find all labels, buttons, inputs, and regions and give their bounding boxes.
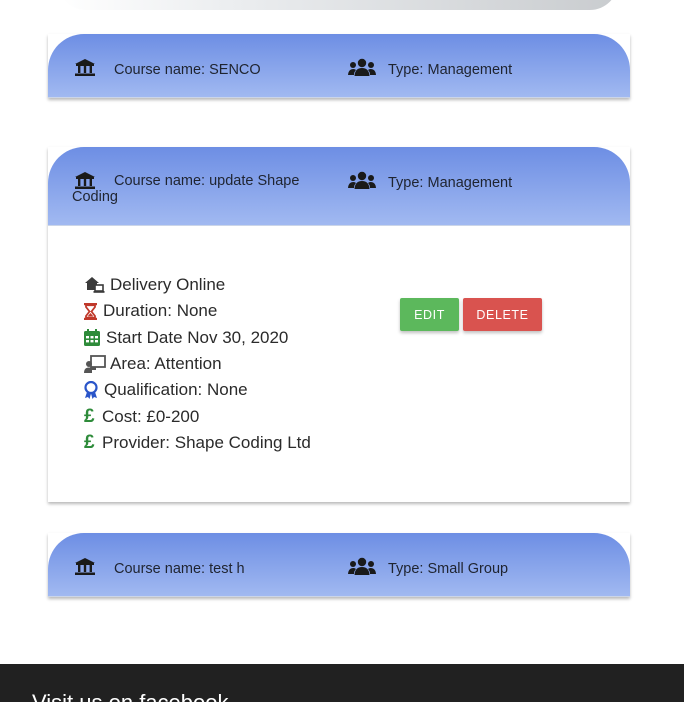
course-card-header[interactable]: Course name: SENCO Type: Management (48, 34, 630, 98)
course-details-panel: Delivery Online Duration: None Start Dat… (48, 226, 630, 502)
home-laptop-icon (84, 275, 108, 295)
course-details: Delivery Online Duration: None Start Dat… (84, 272, 311, 456)
course-name: Course name: test h (114, 561, 245, 577)
edit-button[interactable]: EDIT (400, 298, 459, 331)
detail-area: Area: Attention (84, 351, 311, 377)
pound-icon: £ (84, 405, 95, 427)
course-type: Type: Small Group (388, 561, 509, 577)
detail-qualification: Qualification: None (84, 377, 311, 403)
course-card-header[interactable]: Course name: update Shape Coding Type: M… (48, 147, 630, 226)
calendar-icon (84, 328, 104, 348)
detail-provider: £ Provider: Shape Coding Ltd (84, 431, 311, 453)
course-type: Type: Management (388, 175, 513, 191)
detail-duration: Duration: None (84, 298, 311, 324)
course-card-header[interactable]: Course name: test h Type: Small Group (48, 533, 630, 597)
users-icon (348, 557, 376, 575)
hourglass-icon (84, 301, 101, 321)
users-icon (348, 58, 376, 76)
chalkboard-teacher-icon (84, 354, 108, 374)
course-type: Type: Management (388, 62, 513, 78)
bank-icon (75, 59, 95, 76)
site-footer: Visit us on facebook (0, 664, 684, 702)
course-name: Course name: SENCO (114, 62, 261, 78)
course-name: Course name: update Shape Coding (72, 173, 300, 205)
previous-card-bottom (58, 0, 618, 10)
course-card[interactable]: Course name: SENCO Type: Management (48, 34, 630, 98)
award-icon (84, 380, 102, 400)
bank-icon (75, 558, 95, 575)
detail-delivery: Delivery Online (84, 272, 311, 298)
users-icon (348, 171, 376, 189)
pound-icon: £ (84, 431, 95, 453)
detail-start-date: Start Date Nov 30, 2020 (84, 325, 311, 351)
course-card[interactable]: Course name: test h Type: Small Group (48, 533, 630, 597)
course-card-expanded[interactable]: Course name: update Shape Coding Type: M… (48, 147, 630, 502)
delete-button[interactable]: DELETE (463, 298, 542, 331)
footer-link[interactable]: Visit us on facebook (32, 690, 229, 702)
detail-cost: £ Cost: £0-200 (84, 405, 200, 427)
